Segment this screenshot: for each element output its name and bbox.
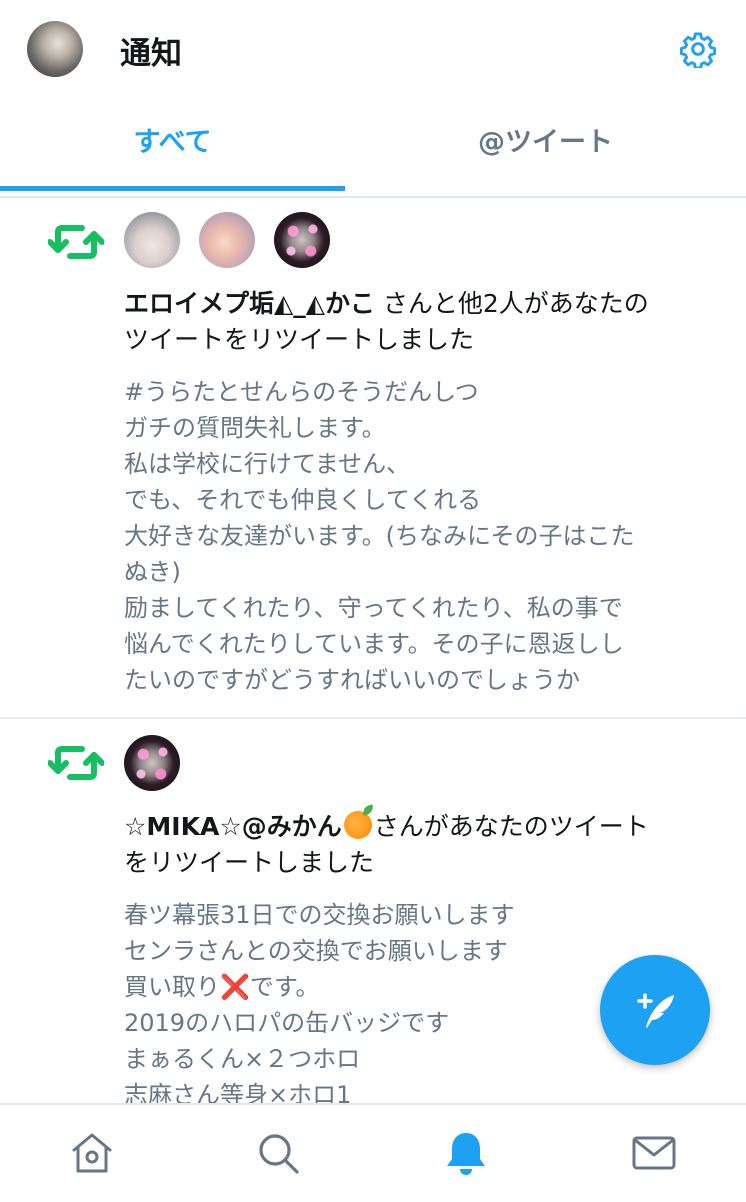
header: 通知: [0, 0, 746, 100]
tweet-text: #うらたとせんらのそうだんしつ ガチの質問失礼します。 私は学校に行けてません、…: [124, 374, 724, 698]
tab-all[interactable]: すべて: [0, 100, 345, 194]
tweet-line: 励ましてくれたり、守ってくれたり、私の事で: [124, 594, 623, 622]
action-text: さんがあなたのツイート: [373, 812, 649, 841]
tweet-line: ぬき): [124, 558, 181, 586]
retweet-icon: [48, 225, 104, 259]
cross-mark-icon: ❌: [220, 973, 250, 1001]
home-icon[interactable]: [68, 1129, 116, 1177]
retweeter-avatar[interactable]: [124, 735, 180, 791]
bottom-navigation: [0, 1103, 746, 1202]
retweet-icon: [48, 746, 104, 780]
action-text: をリツイートしました: [124, 848, 375, 877]
notification-headline: エロイメプ垢◭_◭かこ さんと他2人があなたの ツイートをリツイートしました: [124, 286, 724, 358]
gear-icon[interactable]: [679, 30, 717, 68]
search-icon[interactable]: [254, 1129, 302, 1177]
tweet-line: #うらたとせんらのそうだんしつ: [124, 378, 479, 406]
tweet-line: 私は学校に行けてません、: [124, 450, 411, 478]
compose-tweet-button[interactable]: [600, 955, 710, 1065]
bell-icon[interactable]: [442, 1129, 490, 1177]
user-avatar[interactable]: [27, 21, 83, 77]
retweeter-avatar[interactable]: [274, 212, 330, 268]
tweet-line: たいのですがどうすればいいのでしょうか: [124, 666, 580, 694]
tweet-line-part: 買い取り: [124, 973, 220, 1001]
retweeter-avatar[interactable]: [199, 212, 255, 268]
tab-bar: すべて @ツイート: [0, 100, 746, 198]
tweet-line: 大好きな友達がいます。(ちなみにその子はこた: [124, 522, 635, 550]
tab-mentions[interactable]: @ツイート: [373, 100, 718, 194]
notification-headline: ☆MIKA☆@みかん さんがあなたのツイート をリツイートしました: [124, 809, 724, 881]
tweet-line-part: です。: [249, 973, 320, 1001]
actor-name[interactable]: ☆MIKA☆@みかん: [124, 812, 342, 841]
actor-name[interactable]: エロイメプ垢◭_◭かこ: [124, 289, 375, 318]
page-title: 通知: [120, 36, 182, 72]
tweet-line: 悩んでくれたりしています。その子に恩返しし: [124, 630, 624, 658]
action-text: さんと他2人があなたの: [374, 289, 649, 318]
retweeter-avatar[interactable]: [124, 212, 180, 268]
tweet-line: でも、それでも仲良くしてくれる: [124, 486, 482, 514]
mail-icon[interactable]: [630, 1129, 678, 1177]
tweet-line: ガチの質問失礼します。: [124, 414, 386, 442]
tweet-line: 春ツ幕張31日での交換お願いします: [124, 901, 515, 929]
action-text: ツイートをリツイートしました: [124, 325, 475, 354]
notification-item[interactable]: エロイメプ垢◭_◭かこ さんと他2人があなたの ツイートをリツイートしました #…: [0, 198, 746, 719]
active-tab-indicator: [0, 186, 345, 191]
compose-tweet-icon: [637, 993, 674, 1028]
orange-emoji-icon: [343, 811, 372, 839]
